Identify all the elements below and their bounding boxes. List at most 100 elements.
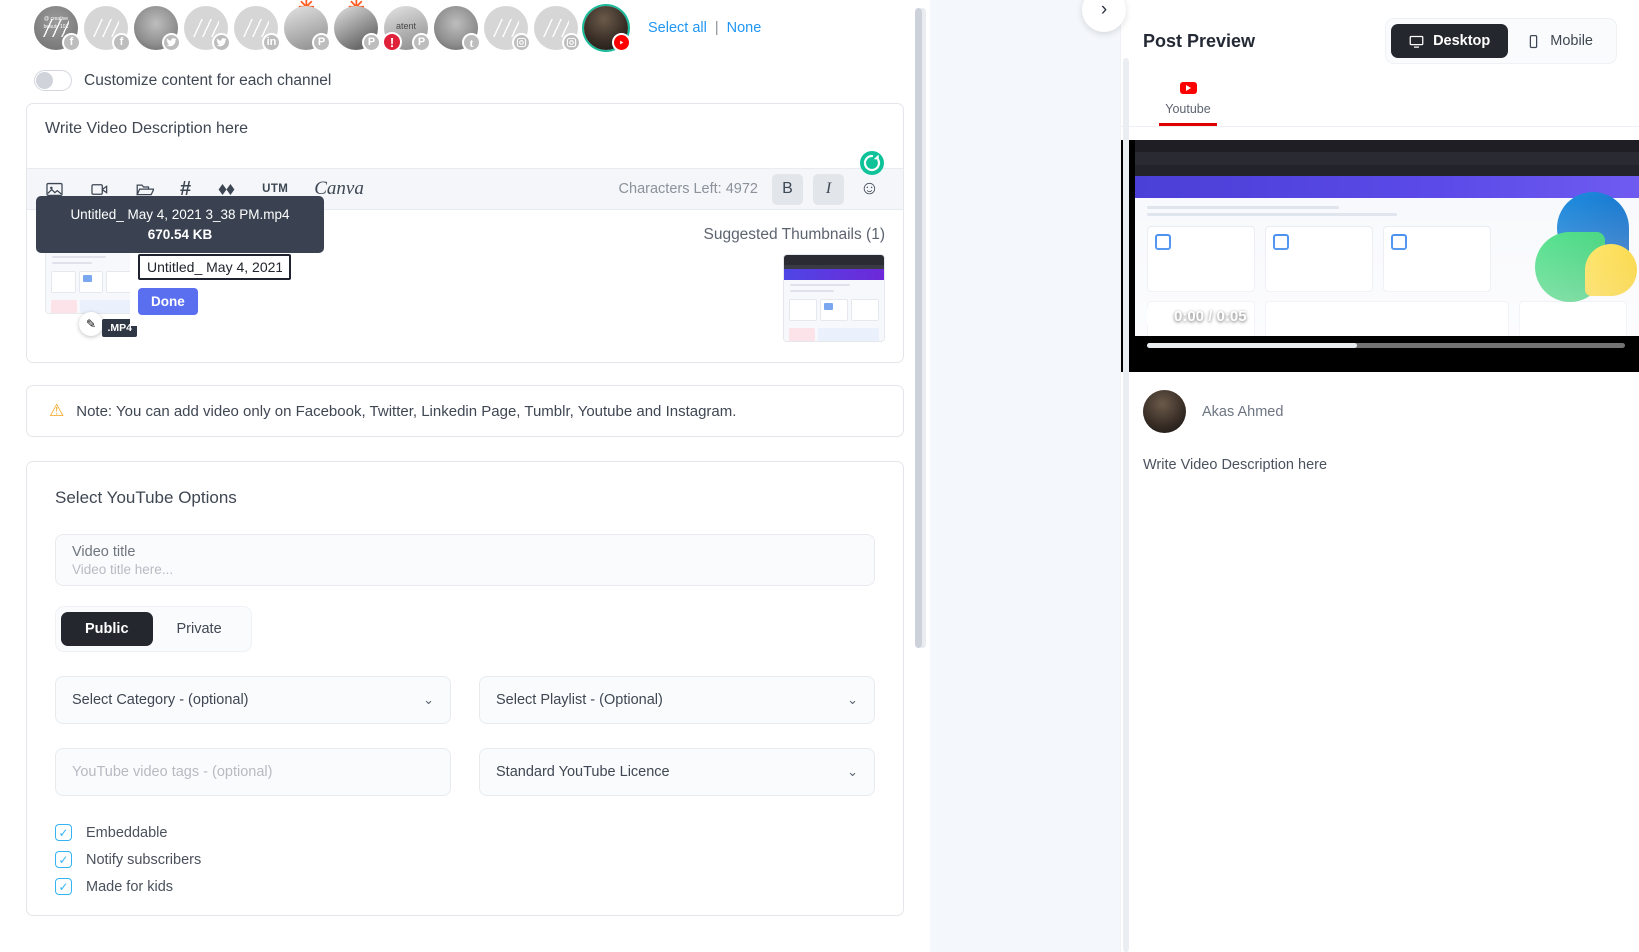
playlist-select-value: Select Playlist - (Optional) [496,692,663,708]
preview-author-row: Akas Ahmed [1121,372,1639,433]
category-select[interactable]: Select Category - (optional) ⌄ [55,676,451,724]
video-title-edit-input[interactable] [138,254,291,280]
channel-avatar-youtube-1[interactable] [584,6,631,52]
customize-content-row: Customize content for each channel [34,70,904,91]
chevron-down-icon: ⌄ [847,692,858,707]
select-all-controls: Select all | None [648,20,761,36]
select-none-link[interactable]: None [727,20,762,36]
video-progress-bar[interactable] [1147,343,1625,348]
video-time-display: 0:00 / 0:05 [1174,307,1247,325]
channel-avatar-facebook-2[interactable]: f [84,6,131,52]
select-all-link[interactable]: Select all [648,20,707,36]
checkbox-embeddable-label: Embeddable [86,824,168,841]
tab-youtube[interactable]: Youtube [1143,76,1233,126]
tab-youtube-label: Youtube [1165,102,1211,116]
tooltip-filename: Untitled_ May 4, 2021 3_38 PM.mp4 [70,207,290,222]
edit-video-icon[interactable]: ✎ [79,312,103,336]
done-button[interactable]: Done [138,288,198,315]
channel-avatar-instagram-2[interactable] [534,6,581,52]
channel-avatar-twitter-1[interactable] [134,6,181,52]
channel-avatar-instagram-1[interactable] [484,6,531,52]
facebook-badge-icon: f [112,33,131,52]
checkbox-made-for-kids[interactable]: ✓ Made for kids [55,878,875,895]
composer-scrollbar-track[interactable] [915,8,926,648]
licence-select[interactable]: Standard YouTube Licence ⌄ [479,748,875,796]
warning-icon: ⚠ [49,401,65,420]
checkbox-notify-subscribers[interactable]: ✓ Notify subscribers [55,851,875,868]
facebook-badge-icon: f [62,33,81,52]
channel-avatar-linkedin-1[interactable]: in [234,6,281,52]
post-description-input[interactable]: Write Video Description here [27,104,903,168]
composer-panel: @ creative beauty 101 f f in P P atent P… [0,0,930,952]
privacy-option-private[interactable]: Private [153,612,246,646]
characters-left-label: Characters Left: 4972 [618,181,758,197]
preview-author-name: Akas Ahmed [1202,403,1284,420]
chevron-down-icon: ⌄ [847,764,858,779]
chevron-down-icon: ⌄ [423,692,434,707]
channel-avatar-pinterest-1[interactable]: ✳ P [284,0,331,52]
device-option-desktop-label: Desktop [1433,33,1491,49]
preview-description: Write Video Description here [1143,457,1328,473]
licence-select-value: Standard YouTube Licence [496,764,670,780]
linkedin-badge-icon: in [262,33,281,52]
tumblr-badge-icon: t [462,33,481,52]
suggested-thumbnails-section: Suggested Thumbnails (1) [703,226,885,342]
video-controls-bar: 0:00 / 0:05 ⋮ [1135,296,1639,336]
volume-icon[interactable] [1527,307,1546,326]
pinterest-badge-icon: P [412,33,431,52]
youtube-badge-icon [612,33,631,52]
category-playlist-row: Select Category - (optional) ⌄ Select Pl… [55,676,875,724]
preview-video-player[interactable]: 0:00 / 0:05 ⋮ [1121,140,1639,372]
playlist-select[interactable]: Select Playlist - (Optional) ⌄ [479,676,875,724]
video-support-note: ⚠ Note: You can add video only on Facebo… [26,385,904,437]
desktop-icon [1409,35,1424,48]
preview-network-tabs: Youtube [1121,64,1639,127]
channel-avatar-pinterest-3[interactable]: atent P ! [382,6,431,52]
youtube-icon [1179,82,1197,94]
video-support-note-text: Note: You can add video only on Facebook… [76,402,737,420]
video-title-placeholder: Video title here... [72,561,174,577]
tags-licence-row: YouTube video tags - (optional) Standard… [55,748,875,796]
channel-selector: @ creative beauty 101 f f in P P atent P… [26,0,904,56]
device-option-mobile-label: Mobile [1550,33,1593,49]
play-icon[interactable] [1147,308,1160,324]
checkbox-embeddable[interactable]: ✓ Embeddable [55,824,875,841]
channel-avatar-pinterest-2[interactable]: ✳ P [334,0,381,52]
video-title-label: Video title [72,543,136,560]
app-root: @ creative beauty 101 f f in P P atent P… [0,0,1639,952]
composer-scrollbar-thumb[interactable] [915,8,922,648]
privacy-toggle-group: Public Private [55,606,252,652]
avatar [1143,390,1186,433]
checkbox-made-for-kids-label: Made for kids [86,878,174,895]
emoji-picker-button[interactable]: ☺ [854,174,885,205]
tags-input[interactable]: YouTube video tags - (optional) [55,748,451,796]
bold-button[interactable]: B [772,173,803,205]
select-separator: | [714,20,719,36]
suggested-thumbnail-item[interactable] [783,254,885,342]
customize-content-toggle[interactable] [34,70,72,91]
mobile-icon [1530,34,1538,48]
channel-avatar-twitter-2[interactable] [184,6,231,52]
tab-active-underline [1159,123,1217,126]
device-option-desktop[interactable]: Desktop [1391,24,1509,58]
tags-input-placeholder: YouTube video tags - (optional) [72,764,273,780]
pinterest-badge-icon: P [362,33,381,52]
category-select-value: Select Category - (optional) [72,692,249,708]
channel-avatar-tumblr-1[interactable]: t [434,6,481,52]
customize-content-label: Customize content for each channel [84,71,332,89]
refresh-icon[interactable] [859,150,885,176]
italic-button[interactable]: I [813,173,844,205]
device-toggle-group: Desktop Mobile [1385,18,1617,64]
kebab-menu-icon[interactable]: ⋮ [1609,307,1627,324]
preview-scrollbar-track[interactable] [1123,58,1129,952]
twitter-badge-icon [212,33,231,52]
fullscreen-icon[interactable] [1568,307,1587,326]
instagram-badge-icon [562,33,581,52]
suggested-thumbnails-label: Suggested Thumbnails (1) [703,226,885,243]
youtube-options-card: Select YouTube Options Video title Video… [26,461,904,916]
channel-avatar-facebook-1[interactable]: @ creative beauty 101 f [34,6,81,52]
video-title-field[interactable]: Video title Video title here... [55,534,875,586]
file-info-tooltip: Untitled_ May 4, 2021 3_38 PM.mp4 670.54… [36,196,324,254]
device-option-mobile[interactable]: Mobile [1508,24,1611,58]
privacy-option-public[interactable]: Public [61,612,153,646]
